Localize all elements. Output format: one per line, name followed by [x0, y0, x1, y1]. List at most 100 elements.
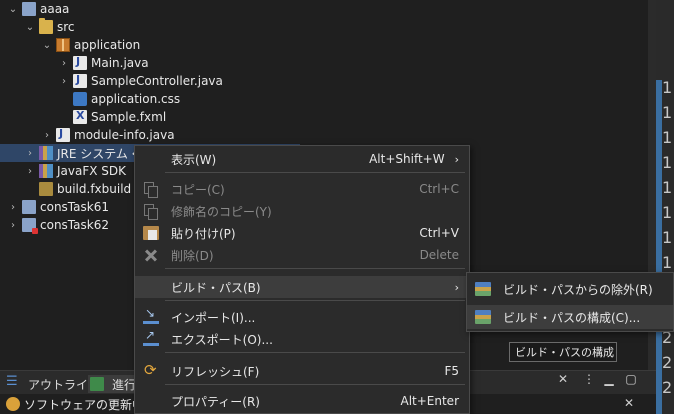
- blank-icon: [143, 152, 159, 166]
- gutter-number: 1: [662, 203, 673, 222]
- outline-icon: [6, 374, 20, 391]
- import-icon: [143, 306, 159, 324]
- tree-item-label: application: [74, 38, 141, 52]
- menu-item-label: 修飾名のコピー(Y): [171, 204, 272, 219]
- menu-item-paste[interactable]: 貼り付け(P) Ctrl+V: [135, 222, 469, 244]
- collapse-icon[interactable]: ⌄: [6, 4, 20, 15]
- menu-item-copy[interactable]: コピー(C) Ctrl+C: [135, 178, 469, 200]
- tree-item-label: consTask61: [40, 200, 109, 214]
- build-path-submenu: ビルド・パスからの除外(R) ビルド・パスの構成(C)...: [466, 272, 674, 332]
- gutter-number: 1: [662, 153, 673, 172]
- maximize-icon[interactable]: ▢: [624, 372, 638, 390]
- menu-item-build-path[interactable]: ビルド・パス(B) ›: [135, 276, 469, 298]
- java-file-icon: [73, 55, 87, 70]
- gutter-number: 1: [662, 253, 673, 272]
- java-file-icon: [56, 127, 70, 142]
- expand-icon[interactable]: ›: [40, 130, 54, 141]
- menu-separator: [165, 384, 465, 385]
- tree-item[interactable]: Sample.fxml: [0, 108, 460, 126]
- build-path-exclude-icon: [475, 282, 491, 296]
- gutter-number: 1: [662, 128, 673, 147]
- package-icon: [56, 38, 70, 52]
- menu-item-label: 表示(W): [171, 152, 217, 167]
- folder-icon: [39, 18, 53, 34]
- library-icon: [39, 164, 53, 178]
- menu-item-shortcut: Ctrl+V: [419, 226, 459, 240]
- refresh-icon: [143, 361, 159, 379]
- gutter-number: 2: [662, 378, 673, 397]
- expand-icon[interactable]: ›: [23, 148, 37, 159]
- minimize-icon[interactable]: ▁: [602, 372, 616, 390]
- tree-item-label: consTask62: [40, 218, 109, 232]
- menu-item-label: 削除(D): [171, 248, 214, 263]
- expand-icon[interactable]: ›: [57, 76, 71, 87]
- tree-item-label: build.fxbuild: [57, 182, 132, 196]
- menu-item-copy-qualified-name[interactable]: 修飾名のコピー(Y): [135, 200, 469, 222]
- tree-item-label: Sample.fxml: [91, 110, 167, 124]
- tree-item[interactable]: › module-info.java: [0, 126, 460, 144]
- tree-item-label: JavaFX SDK: [57, 164, 127, 178]
- project-error-icon: [22, 218, 38, 234]
- tree-item[interactable]: ⌄ src: [0, 18, 460, 36]
- tree-item[interactable]: application.css: [0, 90, 460, 108]
- menu-item-delete[interactable]: 削除(D) Delete: [135, 244, 469, 266]
- progress-icon: [90, 377, 104, 391]
- export-icon: [143, 328, 159, 346]
- submenu-arrow-icon: ›: [454, 152, 459, 166]
- tab-outline[interactable]: アウトライン: [4, 374, 100, 393]
- expand-icon[interactable]: ›: [23, 166, 37, 177]
- menu-item-shortcut: Alt+Enter: [400, 394, 459, 408]
- remove-all-finished-icon[interactable]: ✕: [556, 372, 570, 390]
- view-menu-icon[interactable]: ⋮: [582, 372, 596, 390]
- collapse-icon[interactable]: ⌄: [23, 22, 37, 33]
- java-file-icon: [73, 73, 87, 88]
- tree-item-label: aaaa: [40, 2, 70, 16]
- menu-item-label: コピー(C): [171, 182, 225, 197]
- menu-item-export[interactable]: エクスポート(O)...: [135, 328, 469, 350]
- delete-icon: [143, 248, 159, 262]
- menu-item-configure-build-path[interactable]: ビルド・パスの構成(C)...: [467, 305, 673, 329]
- menu-item-show-in[interactable]: 表示(W) Alt+Shift+W ›: [135, 148, 469, 170]
- collapse-icon[interactable]: ⌄: [40, 40, 54, 51]
- menu-item-label: プロパティー(R): [171, 394, 260, 409]
- menu-item-shortcut: Ctrl+C: [419, 182, 459, 196]
- tree-item-label: module-info.java: [74, 128, 175, 142]
- menu-separator: [165, 300, 465, 301]
- copy-icon: [143, 182, 159, 198]
- menu-item-properties[interactable]: プロパティー(R) Alt+Enter: [135, 390, 469, 412]
- library-icon: [39, 146, 53, 160]
- copy-qualified-icon: [143, 204, 159, 220]
- gutter-number: 1: [662, 78, 673, 97]
- menu-separator: [165, 352, 465, 353]
- expand-icon[interactable]: ›: [57, 58, 71, 69]
- menu-item-refresh[interactable]: リフレッシュ(F) F5: [135, 360, 469, 382]
- cancel-job-icon[interactable]: ✕: [622, 396, 636, 414]
- project-icon: [22, 200, 36, 214]
- menu-separator: [165, 172, 465, 173]
- menu-item-label: ビルド・パス(B): [171, 280, 261, 295]
- menu-item-shortcut: Alt+Shift+W: [369, 152, 445, 166]
- tree-item[interactable]: › SampleController.java: [0, 72, 460, 90]
- build-path-configure-icon: [475, 310, 491, 324]
- gutter-number: 1: [662, 178, 673, 197]
- menu-item-label: リフレッシュ(F): [171, 364, 260, 379]
- gutter-number: 2: [662, 328, 673, 347]
- tree-item[interactable]: ⌄ application: [0, 36, 460, 54]
- submenu-item-label: ビルド・パスの構成(C)...: [503, 310, 641, 325]
- menu-item-exclude-from-build-path[interactable]: ビルド・パスからの除外(R): [467, 277, 673, 301]
- menu-item-import[interactable]: インポート(I)...: [135, 306, 469, 328]
- tree-item[interactable]: › Main.java: [0, 54, 460, 72]
- submenu-item-label: ビルド・パスからの除外(R): [503, 282, 653, 297]
- tree-item-label: src: [57, 20, 75, 34]
- menu-item-label: 貼り付け(P): [171, 226, 236, 241]
- menu-item-shortcut: F5: [444, 364, 459, 378]
- tree-item[interactable]: ⌄ aaaa: [0, 0, 460, 18]
- build-file-icon: [39, 182, 53, 196]
- paste-icon: [143, 226, 159, 240]
- blank-icon: [143, 394, 159, 408]
- gutter-number: 2: [662, 353, 673, 372]
- menu-item-shortcut: Delete: [419, 248, 459, 262]
- expand-icon[interactable]: ›: [6, 220, 20, 231]
- tab-progress-label: 進行: [112, 377, 137, 392]
- expand-icon[interactable]: ›: [6, 202, 20, 213]
